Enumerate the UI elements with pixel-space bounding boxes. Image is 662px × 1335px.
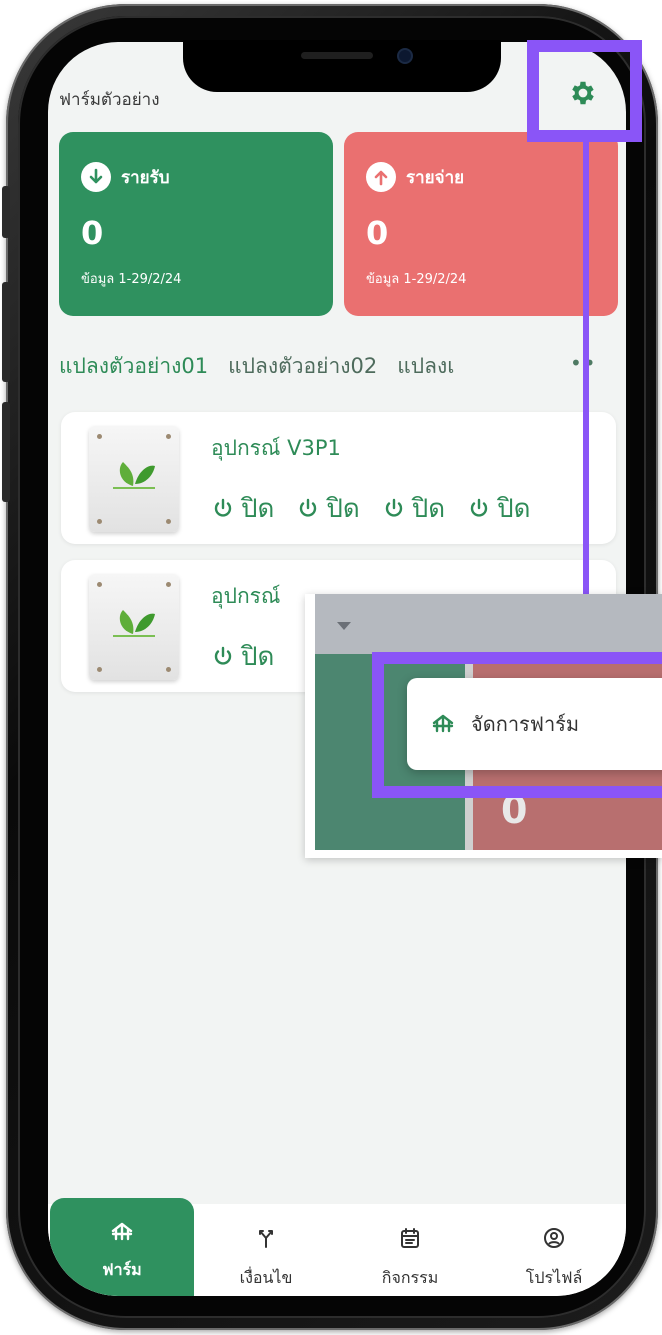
calendar-icon bbox=[338, 1226, 482, 1252]
device-card[interactable]: อุปกรณ์ V3P1 ปิด ปิด ปิด ปิด bbox=[61, 412, 616, 544]
switch-state: ปิด bbox=[241, 494, 275, 524]
phone-side-button bbox=[2, 402, 10, 502]
expense-period: ข้อมูล 1-29/2/24 bbox=[366, 272, 467, 287]
income-card-header: รายรับ bbox=[81, 162, 170, 192]
arrow-up-icon bbox=[366, 162, 396, 192]
settings-highlight bbox=[527, 40, 642, 142]
plot-tabs: แปลงตัวอย่าง01 แปลงตัวอย่าง02 แปลงเ bbox=[59, 348, 619, 384]
farm-title: ฟาร์มตัวอย่าง bbox=[59, 90, 160, 110]
expense-value: 0 bbox=[366, 214, 389, 252]
power-icon bbox=[214, 498, 232, 517]
menu-highlight bbox=[372, 652, 662, 798]
switch-state: ปิด bbox=[241, 642, 275, 672]
switch-state: ปิด bbox=[411, 494, 446, 524]
expense-card-header: รายจ่าย bbox=[366, 162, 464, 192]
power-icon bbox=[471, 498, 488, 517]
power-switch[interactable]: ปิด bbox=[382, 488, 445, 529]
notch-speaker bbox=[301, 52, 373, 59]
nav-conditions[interactable]: เงื่อนไข bbox=[194, 1204, 338, 1296]
camera-icon bbox=[399, 50, 411, 62]
profile-icon bbox=[482, 1226, 626, 1252]
switch-row: ปิด bbox=[211, 636, 274, 677]
leaf-logo-icon bbox=[113, 610, 155, 637]
branch-icon bbox=[194, 1226, 338, 1252]
nav-label: กิจกรรม bbox=[381, 1268, 439, 1287]
income-period: ข้อมูล 1-29/2/24 bbox=[81, 272, 182, 287]
switch-state: ปิด bbox=[497, 494, 531, 524]
device-image bbox=[89, 574, 179, 680]
device-name: อุปกรณ์ V3P1 bbox=[211, 436, 341, 460]
power-switch[interactable]: ปิด bbox=[211, 636, 274, 677]
device-name: อุปกรณ์ bbox=[211, 584, 281, 608]
phone-side-button bbox=[2, 282, 10, 382]
farm-icon bbox=[50, 1220, 194, 1246]
tab-plot-02[interactable]: แปลงตัวอย่าง02 bbox=[228, 350, 377, 383]
income-card[interactable]: รายรับ 0 ข้อมูล 1-29/2/24 bbox=[59, 132, 333, 316]
power-icon bbox=[214, 646, 232, 665]
nav-profile[interactable]: โปรไฟล์ bbox=[482, 1204, 626, 1296]
nav-label: ฟาร์ม bbox=[102, 1260, 142, 1279]
expense-label: รายจ่าย bbox=[406, 167, 465, 188]
nav-label: โปรไฟล์ bbox=[525, 1268, 583, 1287]
nav-label: เงื่อนไข bbox=[239, 1268, 293, 1287]
expense-card[interactable]: รายจ่าย 0 ข้อมูล 1-29/2/24 bbox=[344, 132, 618, 316]
switch-state: ปิด bbox=[326, 494, 360, 524]
nav-activities[interactable]: กิจกรรม bbox=[338, 1204, 482, 1296]
power-switch[interactable]: ปิด bbox=[296, 488, 360, 529]
power-switch[interactable]: ปิด bbox=[211, 488, 274, 529]
arrow-down-icon bbox=[81, 162, 111, 192]
phone-notch bbox=[183, 40, 501, 92]
income-value: 0 bbox=[81, 214, 104, 252]
zoom-topbar bbox=[315, 594, 662, 654]
power-icon bbox=[300, 498, 317, 517]
phone-side-button bbox=[2, 186, 10, 238]
switch-row: ปิด ปิด ปิด ปิด bbox=[211, 488, 531, 529]
tab-plot-01[interactable]: แปลงตัวอย่าง01 bbox=[59, 350, 208, 383]
power-icon bbox=[385, 498, 402, 517]
device-image bbox=[89, 426, 179, 532]
nav-farm[interactable]: ฟาร์ม bbox=[50, 1198, 194, 1296]
annotation-arrow-line bbox=[583, 142, 589, 640]
caret-down-icon bbox=[337, 622, 351, 630]
tab-plot-03[interactable]: แปลงเ bbox=[397, 350, 454, 383]
bottom-nav: ฟาร์ม เงื่อนไข กิจกรรม โปรไฟล์ bbox=[48, 1198, 626, 1296]
leaf-logo-icon bbox=[113, 462, 155, 489]
income-label: รายรับ bbox=[121, 167, 170, 188]
power-switch[interactable]: ปิด bbox=[467, 488, 531, 529]
